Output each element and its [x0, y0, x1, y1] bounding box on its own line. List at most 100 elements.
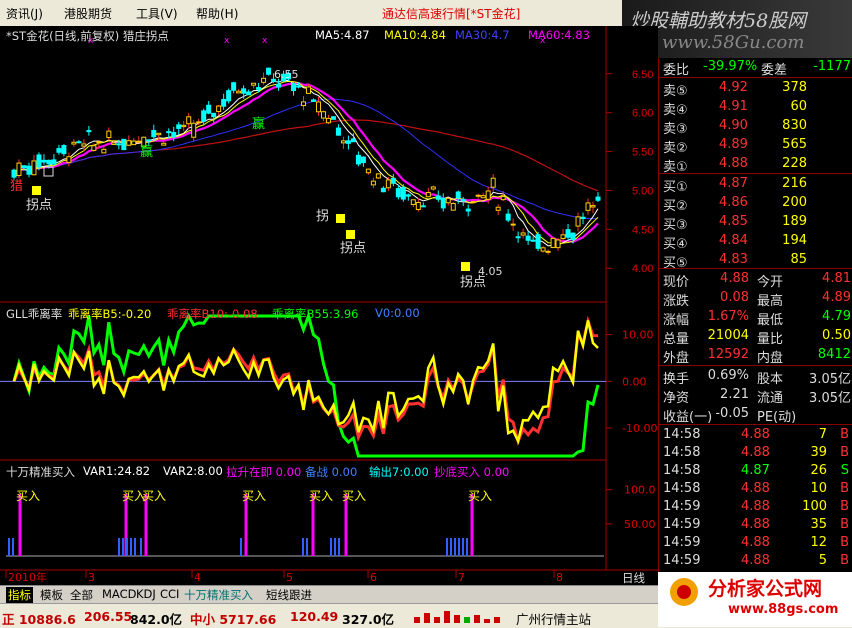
stat-row: 外盘 12592 内盘 8412: [659, 346, 852, 366]
candle-body: [301, 101, 307, 107]
stat-label: 最高: [757, 294, 784, 309]
candle-body: [480, 195, 486, 199]
buy-level-volume: 189: [782, 214, 807, 229]
buy-label: 买入: [309, 489, 333, 503]
signal-marker: [346, 230, 355, 239]
chart-area[interactable]: 6.50 6.00 5.50 5.00 4.50 4.00 6.55 4.05 猎拐点赢赢拐拐点…: [0, 26, 658, 584]
indicator1-label-b10: 乖离率B10:-0.08: [167, 307, 258, 321]
candle-body: [525, 235, 531, 241]
ma60-label: MA60:4.83: [528, 28, 590, 42]
tick-price: 4.87: [741, 463, 770, 478]
candle-body: [156, 132, 162, 136]
candle-body: [590, 205, 596, 208]
stat2-label: 股本: [757, 372, 784, 387]
candle-body: [315, 101, 321, 113]
tab-cci[interactable]: CCI: [160, 587, 179, 601]
tick-time: 14:59: [663, 517, 701, 532]
candle-body: [241, 88, 247, 94]
candle-body: [540, 247, 546, 252]
separator: [659, 77, 852, 78]
menu-item-help[interactable]: 帮助(H): [196, 5, 238, 22]
candle-body: [126, 140, 132, 146]
index-sh-change: 206.55: [84, 609, 133, 624]
tick-side: B: [840, 535, 849, 550]
separator: [659, 365, 852, 366]
logo-icon: [670, 578, 698, 606]
stat2-value: -0.05: [715, 406, 749, 421]
sell-level-row: 卖③ 4.90 830: [659, 117, 852, 137]
sell-level-volume: 378: [782, 80, 807, 95]
price-tick-label: 5.00: [632, 185, 653, 197]
candle-body: [410, 199, 416, 206]
ma10-label: MA10:4.84: [384, 28, 446, 42]
buy-level-volume: 85: [790, 252, 807, 267]
chart-annotation: 猎: [10, 179, 23, 194]
candle-body: [585, 202, 591, 211]
buy-label: 买入: [342, 489, 366, 503]
candle-body: [365, 168, 371, 174]
stat-value: 21004: [707, 328, 749, 343]
candle-body: [16, 162, 22, 177]
stat-value: 4.81: [822, 271, 851, 286]
candle-body: [425, 192, 431, 198]
tick-side: B: [840, 445, 849, 460]
candle-body: [555, 239, 561, 249]
stat2-value: 3.05亿: [809, 391, 851, 406]
candle-body: [575, 216, 581, 227]
buy-level-label: 买①: [663, 180, 688, 195]
candle-body: [51, 159, 57, 165]
tab-short-follow[interactable]: 短线跟进: [266, 587, 312, 603]
candle-body: [470, 201, 476, 204]
indicator1-title: GLL乖离率: [6, 307, 63, 321]
candle-body: [81, 143, 87, 147]
buy-level-volume: 194: [782, 233, 807, 248]
chart-annotation: 拐点: [340, 241, 366, 256]
stat-label: 今开: [757, 275, 784, 290]
tick-price: 4.88: [741, 499, 770, 514]
app-title: 通达信高速行情[*ST金花]: [382, 7, 521, 21]
high-price-label: 6.55: [274, 68, 299, 81]
tab-template[interactable]: 模板: [40, 587, 63, 603]
sell-level-price: 4.91: [719, 99, 748, 114]
menu-item-futures[interactable]: 港股期货: [64, 5, 112, 22]
tab-precise-buy[interactable]: 十万精准买入: [184, 587, 253, 603]
buy-level-price: 4.85: [719, 214, 748, 229]
candle-body: [226, 90, 232, 102]
volume-bar: [240, 538, 242, 556]
indicator2-tick-label: 100.0: [624, 484, 656, 497]
weibi-row: 委比 -39.97% 委差 -1177: [659, 58, 852, 78]
tab-indicator[interactable]: 指标: [6, 587, 33, 603]
chart-annotation: 赢: [140, 144, 153, 160]
candle-body: [71, 141, 77, 145]
tab-all[interactable]: 全部: [70, 587, 93, 603]
volume-bar: [122, 538, 124, 556]
volume-bar: [466, 538, 468, 556]
weibi-value: -39.97%: [703, 59, 758, 74]
tick-volume: 12: [810, 535, 827, 550]
sell-level-label: 卖③: [663, 122, 688, 137]
volume-bar: [446, 538, 448, 556]
separator: [659, 424, 852, 425]
candle-body: [405, 194, 411, 197]
tab-kdj[interactable]: KDJ: [136, 587, 156, 601]
buy-level-label: 买③: [663, 218, 688, 233]
sell-level-label: 卖②: [663, 141, 688, 156]
candle-body: [360, 156, 366, 164]
tick-price: 4.88: [741, 427, 770, 442]
candle-body: [595, 196, 601, 201]
tab-macd[interactable]: MACD: [102, 587, 136, 601]
candle-body: [161, 142, 167, 146]
candle-body: [445, 197, 451, 204]
menu-item-info[interactable]: 资讯(J): [6, 5, 43, 22]
stat2-label: PE(动): [757, 410, 797, 425]
candle-body: [500, 196, 506, 201]
volume-bar: [8, 538, 10, 556]
candle-body: [86, 130, 92, 133]
indicator1-tick-label: -10.00: [622, 422, 657, 435]
candle-body: [96, 141, 102, 144]
candle-body: [565, 229, 571, 238]
chart-canvas[interactable]: 6.506.005.505.004.504.006.554.05猎拐点赢赢拐拐点…: [0, 26, 658, 584]
stat-row: 涨幅 1.67% 最低 4.79: [659, 308, 852, 328]
menu-item-tools[interactable]: 工具(V): [136, 5, 178, 22]
tick-row: 14:58 4.87 26 S: [659, 462, 852, 481]
